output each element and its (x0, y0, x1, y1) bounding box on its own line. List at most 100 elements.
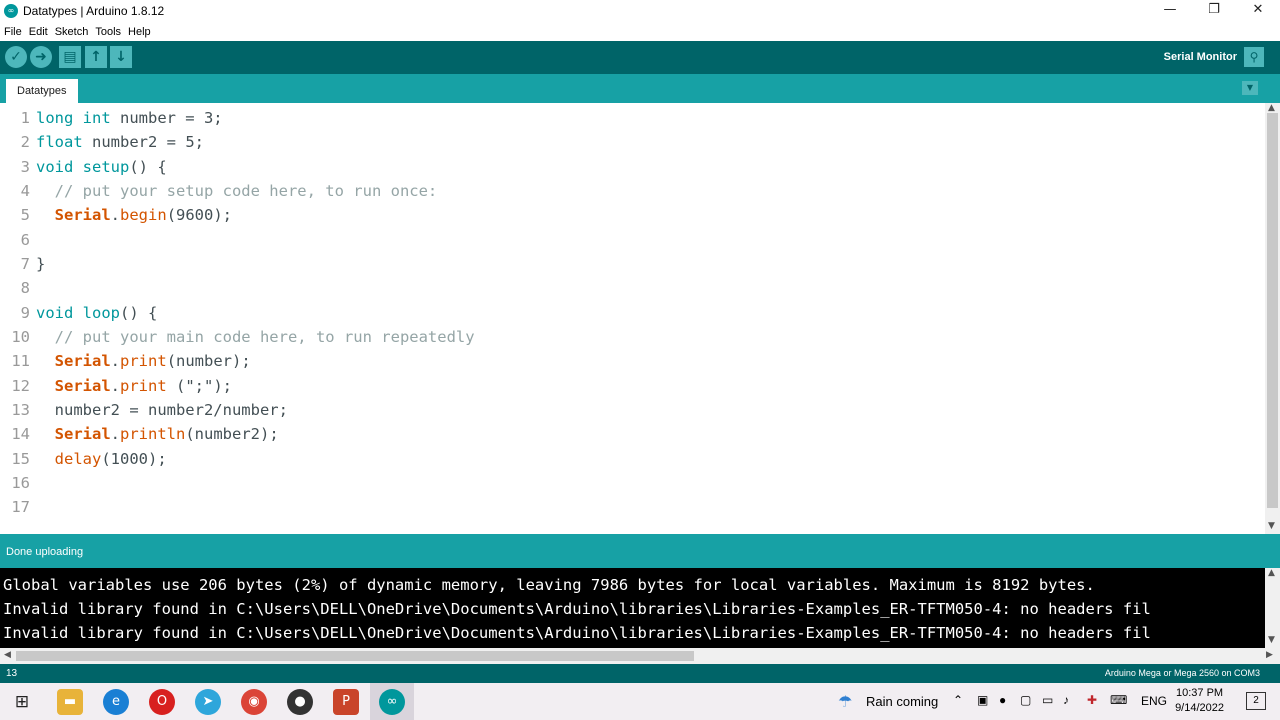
code-editor[interactable]: 1 long int number = 3; 2 float number2 = 5… (0, 103, 1265, 534)
code-line: 7} (0, 252, 1265, 276)
code-line: 10 // put your main code here, to run re… (0, 325, 1265, 349)
code-comment: // put your setup code here, to run once… (36, 182, 438, 200)
language-indicator[interactable]: ENG (1141, 694, 1167, 708)
serial-monitor-button[interactable]: ⚲ (1244, 47, 1264, 67)
code-text: number2 = number2/number; (36, 401, 288, 419)
arduino-taskbar-icon[interactable]: ∞ (379, 689, 405, 715)
code-line: 9 void loop() { (0, 301, 1265, 325)
tab-bar: Datatypes ▼ (0, 74, 1280, 103)
code-function: begin (120, 206, 167, 224)
footer-bar: 13 Arduino Mega or Mega 2560 on COM3 (0, 664, 1280, 683)
code-text: } (36, 255, 46, 273)
scroll-down-icon[interactable]: ▼ (1268, 635, 1275, 645)
console-output[interactable]: Global variables use 206 bytes (2%) of d… (0, 568, 1265, 648)
code-text: number = 3; (110, 109, 223, 127)
microphone-icon[interactable]: ● (999, 693, 1006, 707)
tab-menu-button[interactable]: ▼ (1242, 81, 1258, 95)
network-icon[interactable]: ▭ (1042, 693, 1053, 707)
scroll-up-icon[interactable]: ▲ (1268, 568, 1275, 578)
code-text: . (110, 352, 121, 370)
line-number: 11 (11, 352, 30, 370)
menu-sketch[interactable]: Sketch (55, 26, 89, 38)
edge-browser-icon[interactable]: e (103, 689, 129, 715)
code-keyword: float (36, 133, 83, 151)
code-class: Serial (54, 352, 111, 370)
telegram-icon[interactable]: ➤ (195, 689, 221, 715)
save-button[interactable]: ↓ (110, 46, 132, 68)
arrow-down-icon: ↓ (115, 49, 127, 65)
scroll-left-icon[interactable]: ◀ (4, 650, 11, 660)
line-number: 3 (20, 158, 30, 176)
console-vertical-scrollbar[interactable]: ▲ ▼ (1265, 568, 1280, 648)
weather-icon[interactable]: ☂ (838, 692, 852, 712)
code-text: (number); (166, 352, 251, 370)
chrome-browser-icon[interactable]: ◉ (241, 689, 267, 715)
scrollbar-thumb[interactable] (16, 651, 694, 661)
webcam-icon[interactable]: ▢ (1020, 693, 1031, 707)
restore-button[interactable]: ❐ (1192, 0, 1236, 22)
minimize-button[interactable]: — (1148, 0, 1192, 22)
code-text: () { (120, 304, 158, 322)
windows-start-icon[interactable]: ⊞ (9, 689, 35, 715)
menu-bar: File Edit Sketch Tools Help (0, 22, 1280, 41)
chevron-up-icon[interactable]: ⌃ (953, 693, 963, 707)
console-line: Global variables use 206 bytes (2%) of d… (3, 576, 1095, 594)
line-number: 15 (11, 450, 30, 468)
code-function: println (120, 425, 186, 443)
file-explorer-icon[interactable]: ▬ (57, 689, 83, 715)
open-button[interactable]: ↑ (85, 46, 107, 68)
checkmark-icon: ✓ (10, 49, 22, 65)
opera-browser-icon[interactable]: O (149, 689, 175, 715)
code-text: (";"); (166, 377, 233, 395)
toolbar: ✓ ➜ ▤ ↑ ↓ Serial Monitor ⚲ (0, 41, 1280, 74)
weather-text[interactable]: Rain coming (866, 694, 938, 709)
code-line: 5 Serial.begin(9600); (0, 203, 1265, 227)
keyboard-icon[interactable]: ⌨ (1110, 693, 1127, 707)
volume-icon[interactable]: ♪ (1063, 693, 1069, 707)
verify-button[interactable]: ✓ (5, 46, 27, 68)
code-keyword: long int (36, 109, 111, 127)
menu-file[interactable]: File (4, 26, 22, 38)
code-line: 2 float number2 = 5; (0, 130, 1265, 154)
system-clock[interactable]: 10:37 PM 9/14/2022 (1175, 686, 1224, 716)
scroll-up-icon[interactable]: ▲ (1268, 103, 1275, 113)
editor-vertical-scrollbar[interactable]: ▲ ▼ (1265, 103, 1280, 534)
app-tray-icon[interactable]: ✚ (1087, 693, 1097, 707)
new-file-icon: ▤ (63, 49, 77, 65)
new-button[interactable]: ▤ (59, 46, 81, 68)
console-horizontal-scrollbar[interactable]: ◀ ▶ (0, 648, 1280, 664)
clock-time: 10:37 PM (1175, 687, 1224, 699)
scroll-down-icon[interactable]: ▼ (1268, 521, 1275, 531)
code-text: . (110, 377, 121, 395)
code-function: setup (82, 158, 130, 176)
code-line: 12 Serial.print (";"); (0, 374, 1265, 398)
meet-now-icon[interactable]: ▣ (977, 693, 988, 707)
magnifier-icon: ⚲ (1249, 50, 1259, 64)
chevron-down-icon: ▼ (1246, 83, 1254, 92)
menu-edit[interactable]: Edit (29, 26, 48, 38)
notification-center-icon[interactable]: 2 (1246, 692, 1266, 710)
powerpoint-icon[interactable]: P (333, 689, 359, 715)
line-number: 16 (11, 474, 30, 492)
line-number: 14 (11, 425, 30, 443)
menu-help[interactable]: Help (128, 26, 151, 38)
tab-datatypes[interactable]: Datatypes (6, 79, 78, 103)
code-text: number2 = 5; (82, 133, 204, 151)
serial-monitor-label: Serial Monitor (1163, 51, 1237, 63)
code-text: (number2); (185, 425, 279, 443)
line-number: 4 (20, 182, 30, 200)
close-button[interactable]: ✕ (1236, 0, 1280, 22)
scrollbar-thumb[interactable] (1267, 113, 1278, 508)
upload-button[interactable]: ➜ (30, 46, 52, 68)
code-line: 13 number2 = number2/number; (0, 398, 1265, 422)
scroll-right-icon[interactable]: ▶ (1266, 650, 1273, 660)
screen-recorder-icon[interactable]: ● (287, 689, 313, 715)
line-number: 6 (20, 231, 30, 249)
menu-tools[interactable]: Tools (95, 26, 121, 38)
code-function: loop (82, 304, 120, 322)
